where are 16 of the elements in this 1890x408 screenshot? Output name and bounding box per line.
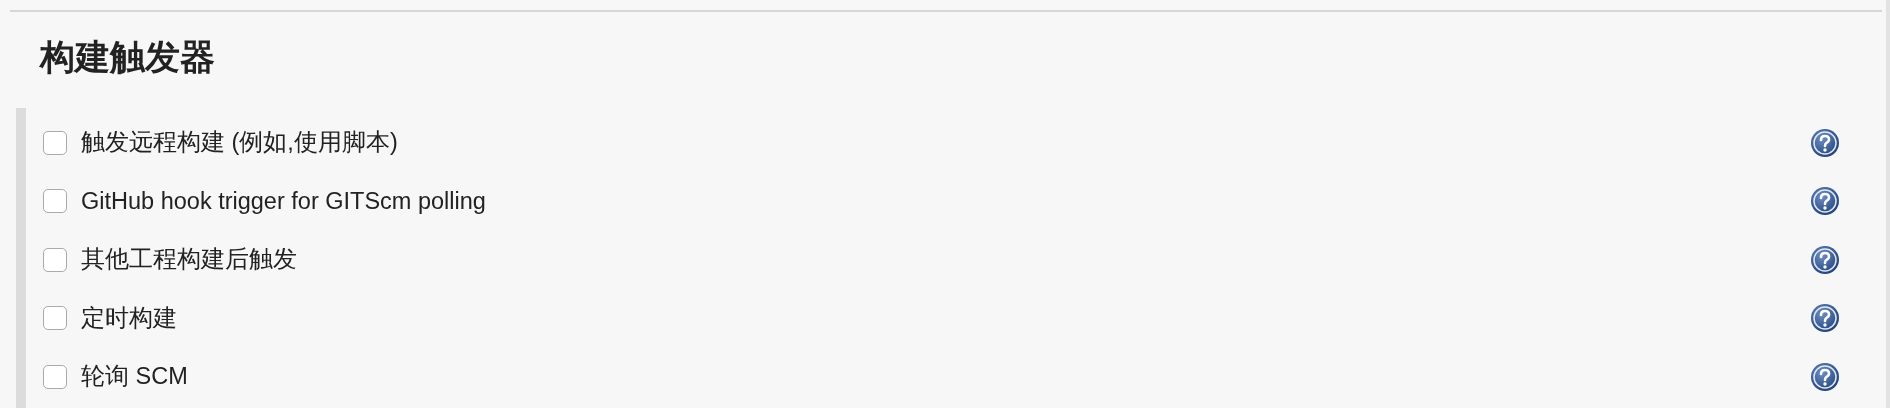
help-icon[interactable] <box>1810 186 1840 217</box>
checkbox[interactable] <box>43 130 67 155</box>
help-icon[interactable] <box>1810 127 1840 158</box>
checkbox[interactable] <box>43 306 67 331</box>
option-label: 定时构建 <box>81 303 177 333</box>
help-icon[interactable] <box>1810 303 1840 334</box>
option-label: GitHub hook trigger for GITScm polling <box>81 186 486 216</box>
help-icon[interactable] <box>1810 244 1840 275</box>
checkbox[interactable] <box>43 247 67 272</box>
checkbox[interactable] <box>43 189 67 214</box>
help-icon[interactable] <box>1810 361 1840 392</box>
option-label: 轮询 SCM <box>81 362 188 392</box>
checkbox[interactable] <box>43 364 67 389</box>
option-label: 触发远程构建 (例如,使用脚本) <box>81 128 398 158</box>
option-label: 其他工程构建后触发 <box>81 245 297 275</box>
section-title: 构建触发器 <box>40 36 216 78</box>
